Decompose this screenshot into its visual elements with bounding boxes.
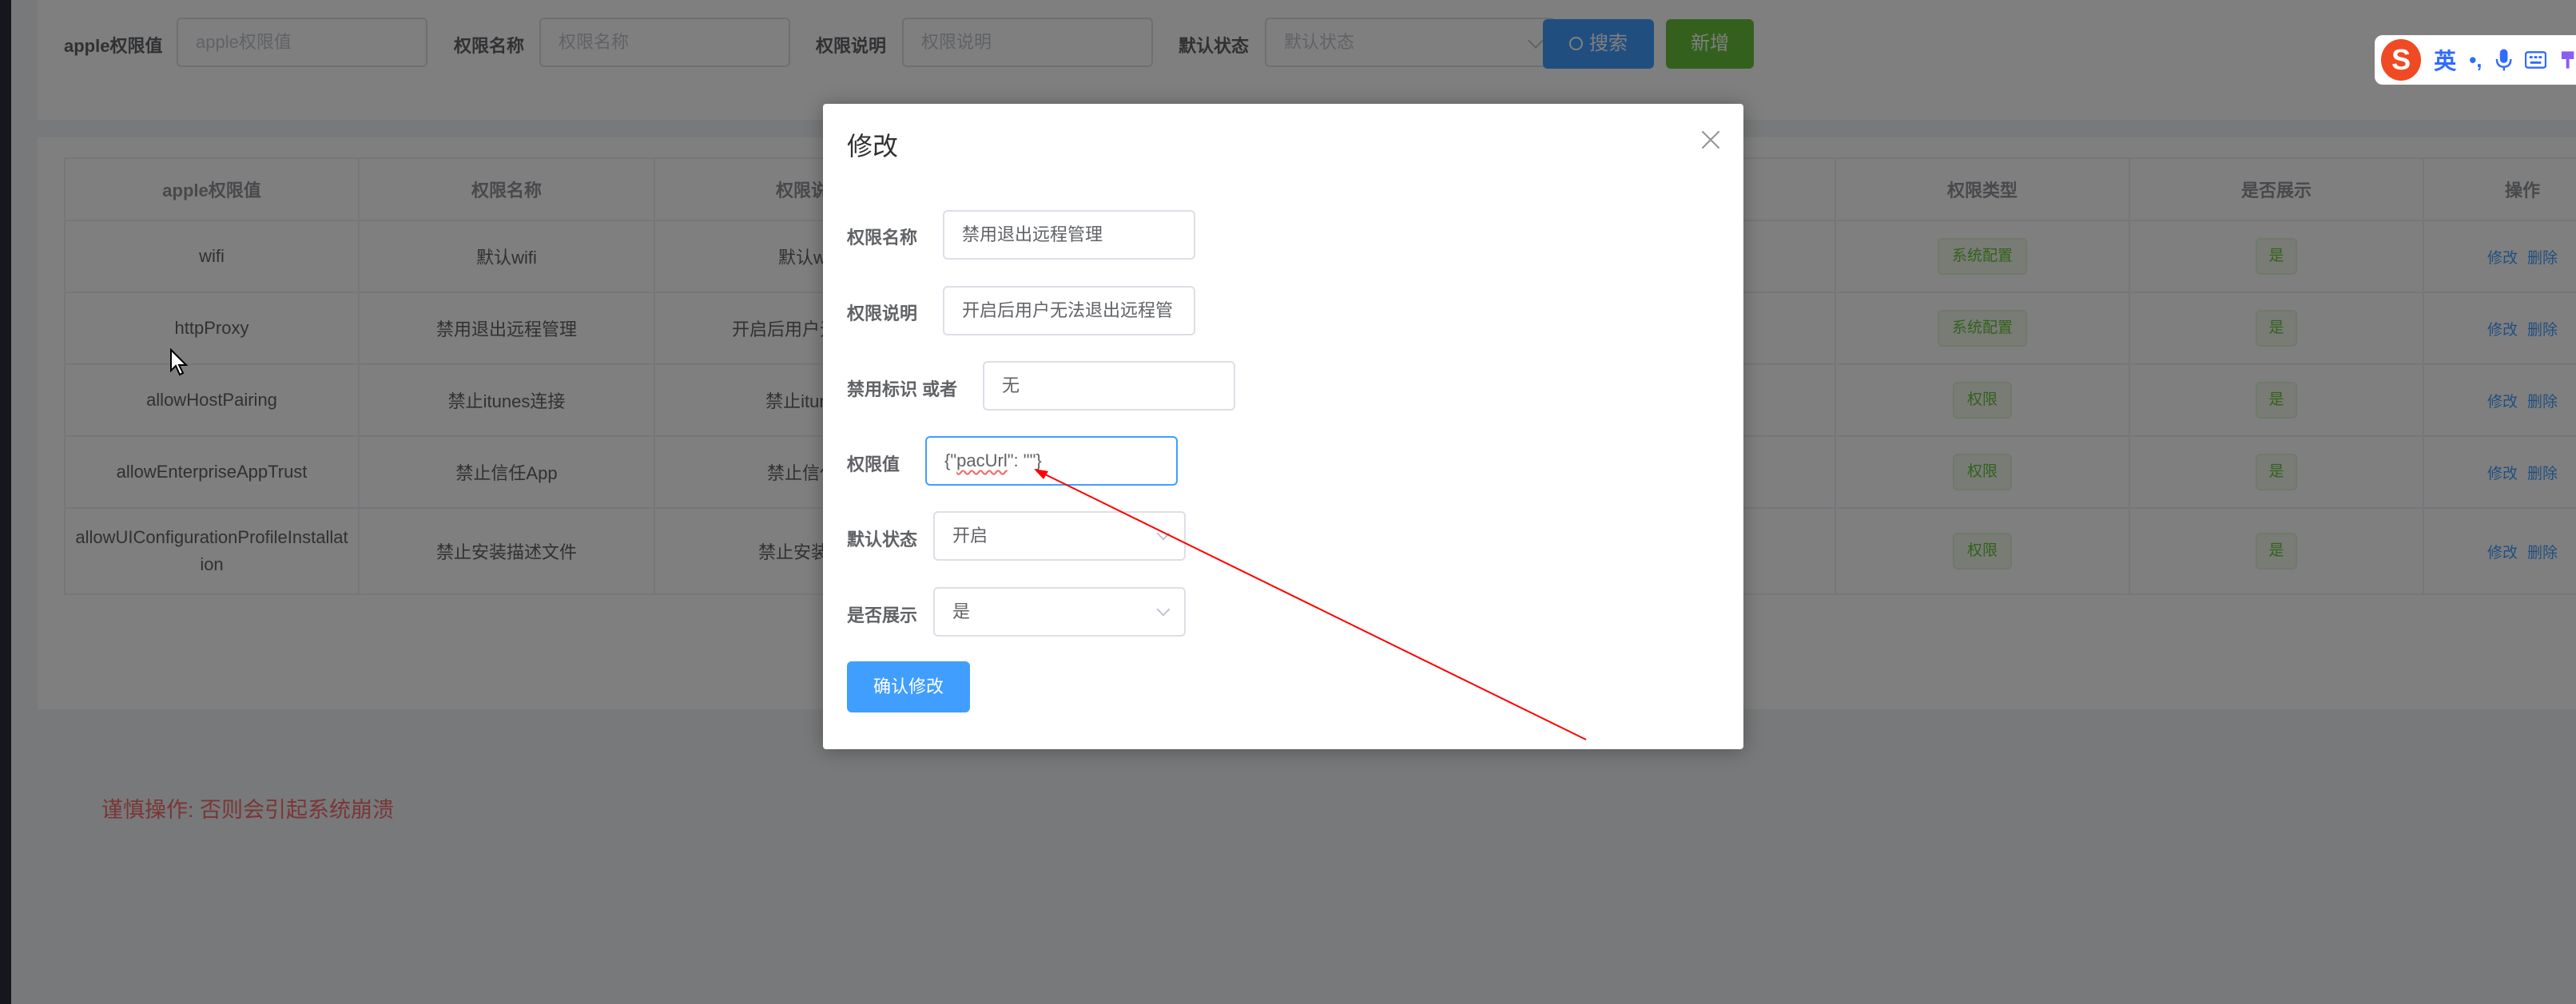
perm-value-prefix: {" <box>944 450 957 470</box>
mouse-cursor-icon <box>170 348 189 376</box>
ime-toolbar[interactable]: S 英 •, <box>2375 35 2576 85</box>
field-desc-input[interactable]: 开启后用户无法退出远程管 <box>943 286 1195 335</box>
sogou-logo-icon[interactable]: S <box>2381 39 2422 81</box>
field-name-label: 权限名称 <box>847 228 918 248</box>
field-desc-label: 权限说明 <box>847 304 918 323</box>
chevron-down-icon <box>1156 526 1171 541</box>
field-ban-label: 禁用标识 或者 <box>847 379 958 399</box>
chevron-down-icon <box>1156 602 1171 617</box>
punctuation-icon[interactable]: •, <box>2469 48 2482 73</box>
field-ban-input[interactable]: 无 <box>983 361 1235 411</box>
field-default-state-select[interactable]: 开启 <box>933 511 1186 561</box>
keyboard-icon[interactable] <box>2524 51 2546 69</box>
dialog-title: 修改 <box>847 132 899 161</box>
ime-lang-toggle[interactable]: 英 <box>2434 44 2456 76</box>
field-show-select[interactable]: 是 <box>933 587 1186 637</box>
close-icon[interactable] <box>1699 128 1723 152</box>
edit-dialog: 修改 权限名称 禁用退出远程管理 权限说明 开启后用户无法退出远程管 禁用标识 … <box>823 104 1743 749</box>
show-value: 是 <box>952 601 971 621</box>
field-perm-value-input[interactable]: {"pacUrl": ""} <box>925 436 1178 486</box>
default-state-value: 开启 <box>952 526 988 546</box>
microphone-icon[interactable] <box>2495 48 2512 72</box>
confirm-edit-button[interactable]: 确认修改 <box>847 661 970 712</box>
perm-value-suffix: ": ""} <box>1007 450 1042 470</box>
perm-value-word: pacUrl <box>956 450 1008 470</box>
field-perm-value-label: 权限值 <box>847 454 900 474</box>
field-name-input[interactable]: 禁用退出远程管理 <box>943 210 1195 260</box>
app-page: apple权限值 apple权限值 权限名称 权限名称 权限说明 权限说明 默认… <box>0 0 2576 1004</box>
skin-icon[interactable] <box>2559 50 2576 70</box>
field-default-state-label: 默认状态 <box>847 530 918 550</box>
field-show-label: 是否展示 <box>847 605 918 625</box>
